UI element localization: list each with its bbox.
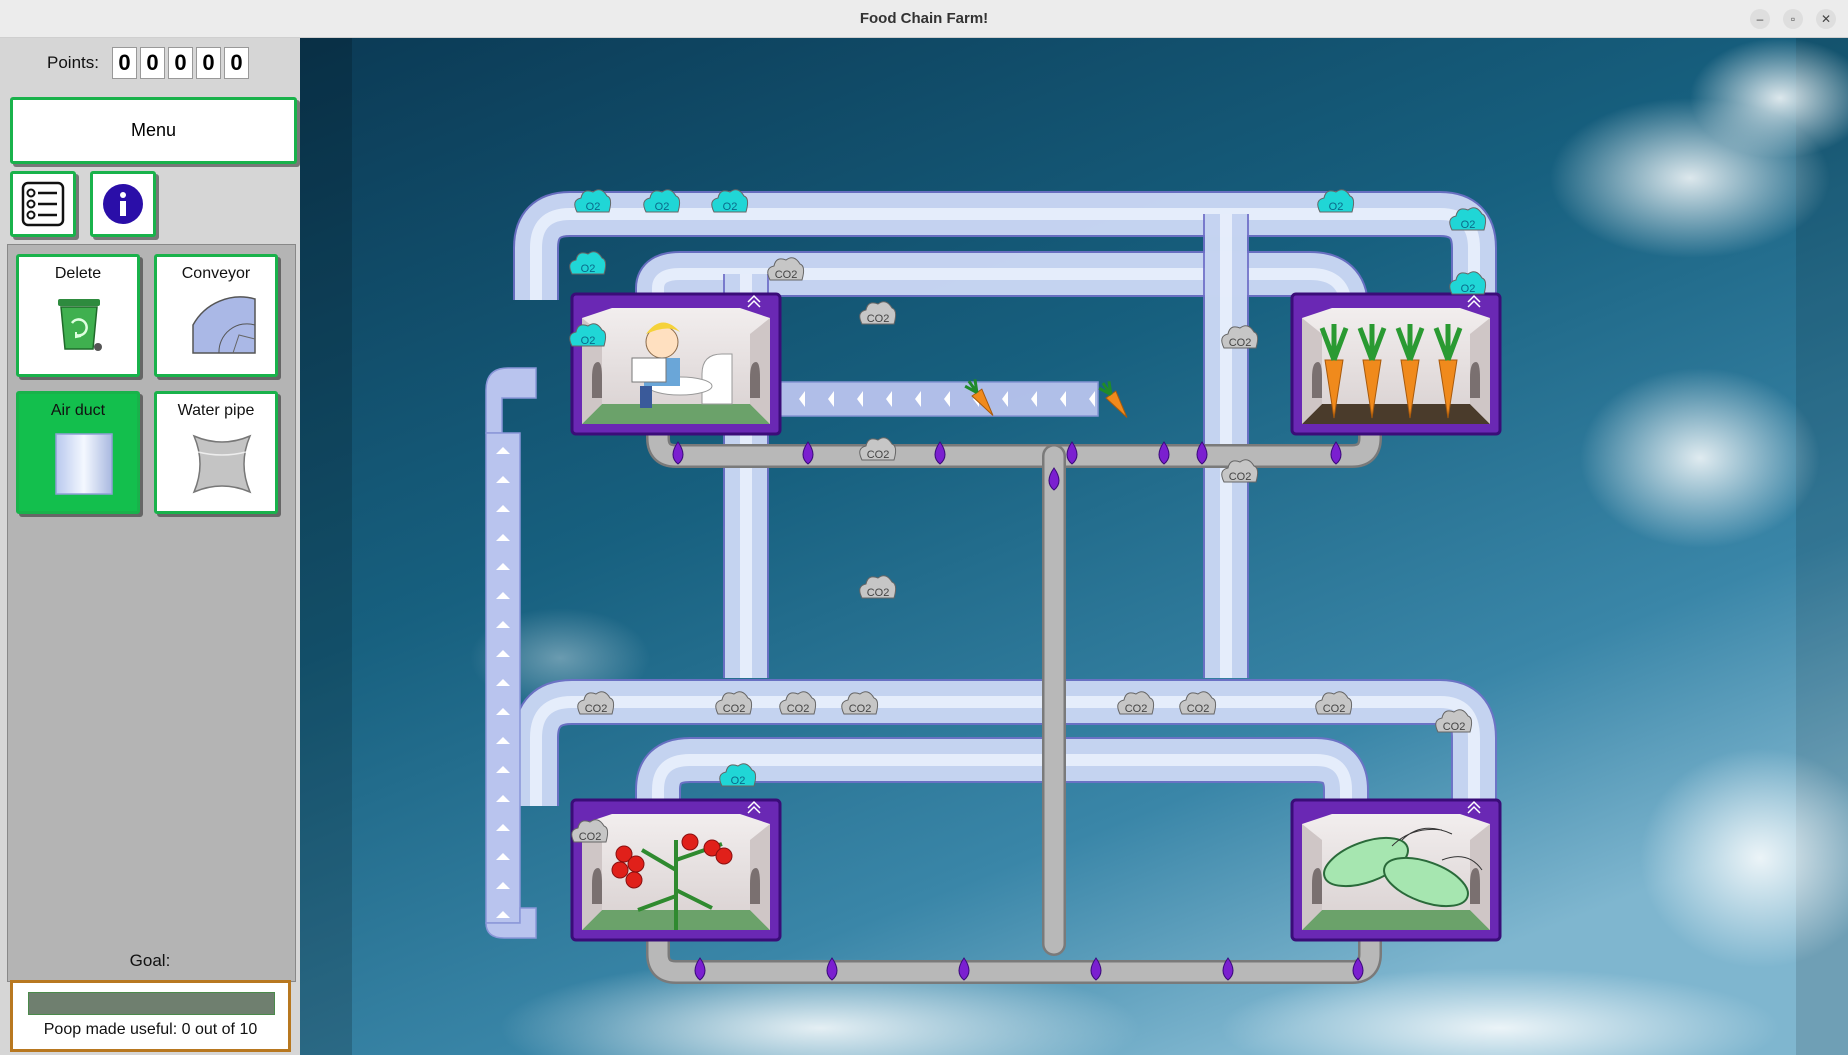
co2-label: CO2 xyxy=(579,831,602,843)
carrot-room xyxy=(1290,292,1502,436)
tool-label: Delete xyxy=(54,265,102,282)
game-board[interactable]: O2 O2 O2 O2 O2 O2 O2 O2 O2 CO2 CO2 CO2 CO2 CO2 CO2 CO2 C… xyxy=(300,38,1848,1055)
air-duct-icon xyxy=(55,433,113,495)
co2-label: CO2 xyxy=(723,703,746,715)
points-label: Points: xyxy=(47,53,99,72)
goal-panel: Poop made useful: 0 out of 10 xyxy=(10,980,291,1052)
o2-label: O2 xyxy=(581,335,596,347)
tomato xyxy=(715,847,733,865)
minimize-button[interactable]: – xyxy=(1750,9,1770,29)
checklist-icon xyxy=(21,181,65,227)
o2-label: O2 xyxy=(723,201,738,213)
room-floor xyxy=(1302,910,1490,930)
tomato-room xyxy=(570,798,782,942)
left-shade xyxy=(300,38,352,1055)
conveyor-tool[interactable]: Conveyor xyxy=(154,254,278,377)
room-door xyxy=(1470,868,1480,904)
room-door xyxy=(750,868,760,904)
room-door xyxy=(1312,868,1322,904)
air-duct-tool[interactable]: Air duct xyxy=(16,391,140,514)
room-door xyxy=(750,362,760,398)
co2-label: CO2 xyxy=(585,703,608,715)
co2-label: CO2 xyxy=(867,313,890,325)
co2-label: CO2 xyxy=(867,449,890,461)
water-pipe-tool[interactable]: Water pipe xyxy=(154,391,278,514)
window-title: Food Chain Farm! xyxy=(859,10,989,27)
menu-button[interactable]: Menu xyxy=(10,97,297,164)
points-digit: 0 xyxy=(224,47,249,79)
room-door xyxy=(1312,362,1322,398)
tool-palette: Delete Conveyor Air duct Water pipe xyxy=(7,244,296,982)
room-floor xyxy=(582,404,770,424)
goal-text: Poop made useful: 0 out of 10 xyxy=(43,1021,258,1038)
points-counter: 0 0 0 0 0 xyxy=(112,47,249,79)
co2-label: CO2 xyxy=(1323,703,1346,715)
sidebar: Points: 0 0 0 0 0 Menu Delete Conveyor A… xyxy=(0,38,300,1055)
recycle-bin-icon xyxy=(58,299,102,351)
tomato xyxy=(681,833,699,851)
toilet xyxy=(701,353,733,405)
tool-label: Water pipe xyxy=(177,402,255,419)
tool-label: Air duct xyxy=(50,402,106,419)
info-icon xyxy=(103,184,143,224)
co2-label: CO2 xyxy=(1187,703,1210,715)
goal-label: Goal: xyxy=(129,951,171,970)
boy-leg xyxy=(640,386,652,408)
room-door xyxy=(1470,362,1480,398)
o2-label: O2 xyxy=(1461,283,1476,295)
info-button[interactable] xyxy=(90,171,156,237)
co2-label: CO2 xyxy=(775,269,798,281)
o2-label: O2 xyxy=(731,775,746,787)
room-door xyxy=(592,868,602,904)
points-digit: 0 xyxy=(196,47,221,79)
tool-label: Conveyor xyxy=(181,265,251,282)
co2-label: CO2 xyxy=(1443,721,1466,733)
co2-label: CO2 xyxy=(1125,703,1148,715)
co2-label: CO2 xyxy=(867,587,890,599)
co2-label: CO2 xyxy=(1229,337,1252,349)
room-door xyxy=(592,362,602,398)
o2-label: O2 xyxy=(655,201,670,213)
toilet-room xyxy=(570,292,782,436)
points-digit: 0 xyxy=(140,47,165,79)
checklist-button[interactable] xyxy=(10,171,76,237)
water-pipe-icon xyxy=(192,434,252,494)
tomato xyxy=(627,855,645,873)
conveyor-icon xyxy=(192,296,256,354)
co2-label: CO2 xyxy=(849,703,872,715)
maximize-button[interactable]: ▫ xyxy=(1783,9,1803,29)
tomato xyxy=(625,871,643,889)
points-digit: 0 xyxy=(112,47,137,79)
newspaper xyxy=(631,357,667,383)
tomato xyxy=(611,861,629,879)
close-button[interactable]: ✕ xyxy=(1816,9,1836,29)
co2-label: CO2 xyxy=(787,703,810,715)
co2-label: CO2 xyxy=(1229,471,1252,483)
delete-tool[interactable]: Delete xyxy=(16,254,140,377)
title-bar: Food Chain Farm! – ▫ ✕ xyxy=(0,0,1848,38)
points-digit: 0 xyxy=(168,47,193,79)
o2-label: O2 xyxy=(586,201,601,213)
room-floor xyxy=(1302,404,1490,424)
bacteria-room xyxy=(1290,798,1502,942)
o2-label: O2 xyxy=(581,263,596,275)
goal-progress-bar xyxy=(28,992,275,1015)
o2-label: O2 xyxy=(1461,219,1476,231)
o2-label: O2 xyxy=(1329,201,1344,213)
